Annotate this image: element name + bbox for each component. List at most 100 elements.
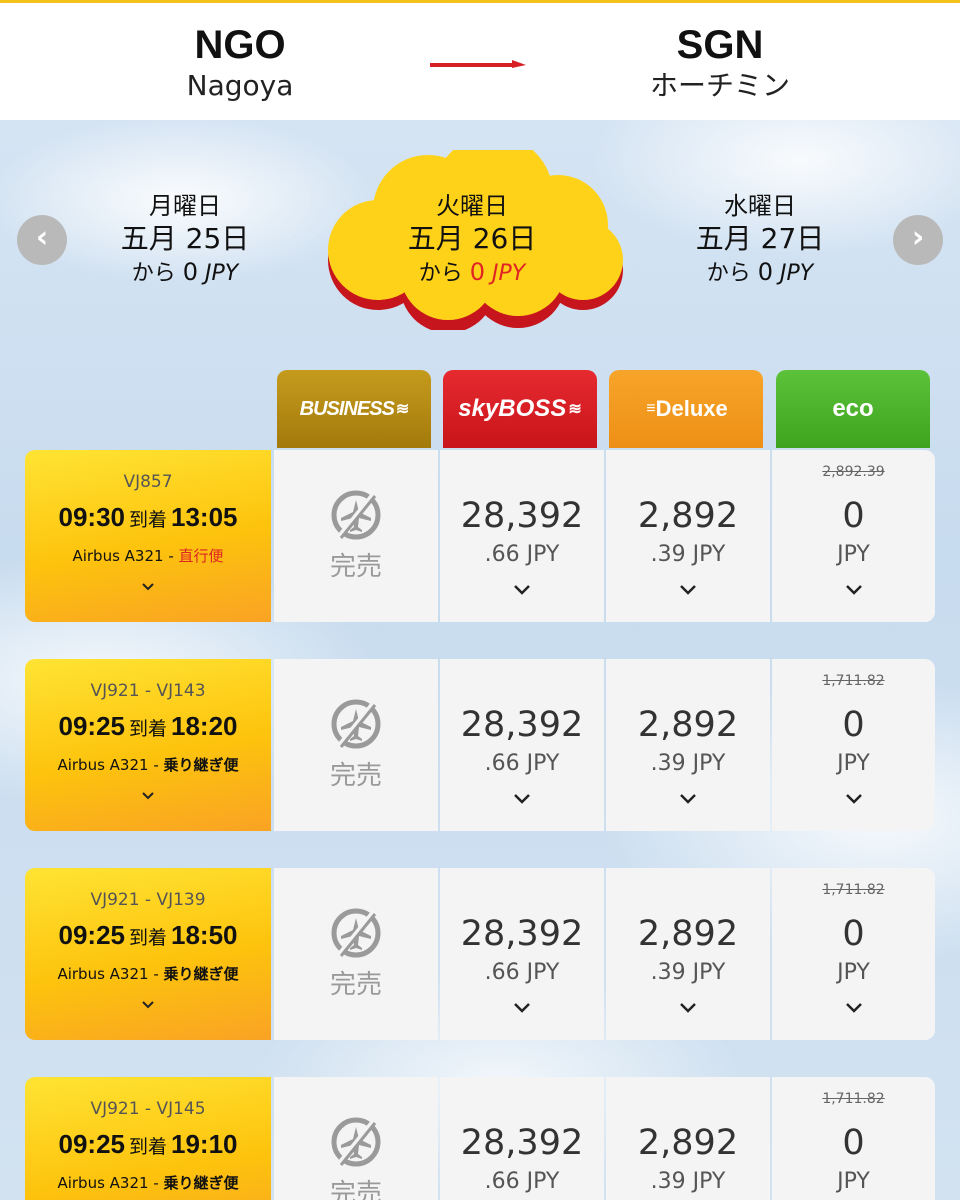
fare-cell-deluxe[interactable]: 2,892 .39 JPY xyxy=(606,659,770,831)
chevron-down-icon xyxy=(142,792,154,800)
chevron-down-icon[interactable] xyxy=(606,791,770,815)
flight-type: 乗り継ぎ便 xyxy=(163,965,239,983)
arrive-label: 到着 xyxy=(128,927,167,949)
date-day: 火曜日 xyxy=(436,192,508,220)
flight-number: VJ921 - VJ143 xyxy=(90,681,206,701)
chevron-down-icon[interactable] xyxy=(772,582,935,606)
fare-header-deluxe: ≡ Deluxe xyxy=(609,370,763,448)
fare-cell-deluxe[interactable]: 2,892 .39 JPY xyxy=(606,1077,770,1200)
chevron-down-icon xyxy=(142,583,154,591)
deluxe-logo-label: Deluxe xyxy=(655,396,728,421)
fare-price-main: 28,392 xyxy=(460,705,584,745)
depart-time: 09:25 xyxy=(58,920,125,950)
fare-cell-skyboss[interactable]: 28,392 .66 JPY xyxy=(440,868,604,1040)
original-price: 1,711.82 xyxy=(822,882,885,898)
flight-times: 09:30 到着 13:05 xyxy=(25,502,271,533)
fare-cell-eco[interactable]: 1,711.82 0 JPY xyxy=(772,868,935,1040)
chevron-down-icon[interactable] xyxy=(440,582,604,606)
expand-details-button[interactable] xyxy=(25,576,271,597)
date-price: から 0 JPY xyxy=(75,256,295,290)
route-header: NGO Nagoya SGN ホーチミン xyxy=(0,0,960,120)
chevron-down-icon[interactable] xyxy=(606,1000,770,1024)
chevron-down-icon[interactable] xyxy=(606,582,770,606)
chevron-down-icon[interactable] xyxy=(440,791,604,815)
fare-header-business: BUSINESS ≋ xyxy=(277,370,431,448)
aircraft-line: Airbus A321 - 乗り継ぎ便 xyxy=(25,1172,271,1193)
fare-cell-skyboss[interactable]: 28,392 .66 JPY xyxy=(440,450,604,622)
fare-price-sub: JPY xyxy=(837,542,870,567)
fare-header-eco: eco xyxy=(776,370,930,448)
aircraft-line: Airbus A321 - 直行便 xyxy=(25,545,271,566)
price-currency: JPY xyxy=(492,261,526,286)
fare-cell-eco[interactable]: 1,711.82 0 JPY xyxy=(772,659,935,831)
chevron-down-icon[interactable] xyxy=(772,791,935,815)
fare-price-sub: .66 JPY xyxy=(484,751,560,776)
eco-logo-label: eco xyxy=(832,395,874,422)
fare-cell-deluxe[interactable]: 2,892 .39 JPY xyxy=(606,868,770,1040)
flight-row[interactable]: VJ857 09:30 到着 13:05 Airbus A321 - 直行便 完売 … xyxy=(25,450,935,622)
fare-cell-deluxe[interactable]: 2,892 .39 JPY xyxy=(606,450,770,622)
date-option-wed[interactable]: 水曜日 五月 27日 から 0 JPY xyxy=(650,190,870,290)
price-prefix: から xyxy=(706,261,751,286)
price-amount: 0 xyxy=(182,258,199,286)
business-logo-label: BUSINESS xyxy=(299,397,395,420)
date-price: から 0 JPY xyxy=(362,256,582,290)
flight-row[interactable]: VJ921 - VJ145 09:25 到着 19:10 Airbus A321 -… xyxy=(25,1077,935,1200)
chevron-down-icon[interactable] xyxy=(772,1000,935,1024)
flight-info[interactable]: VJ921 - VJ145 09:25 到着 19:10 Airbus A321 -… xyxy=(25,1077,271,1200)
fare-price-main: 0 xyxy=(842,914,865,954)
plane-sold-out-icon xyxy=(331,908,381,958)
fare-price-sub: .39 JPY xyxy=(650,751,726,776)
arrive-label: 到着 xyxy=(128,1136,167,1158)
date-price: から 0 JPY xyxy=(650,256,870,290)
fare-price-main: 0 xyxy=(842,1123,865,1163)
fare-cell-skyboss[interactable]: 28,392 .66 JPY xyxy=(440,659,604,831)
flight-row[interactable]: VJ921 - VJ143 09:25 到着 18:20 Airbus A321 -… xyxy=(25,659,935,831)
aircraft-line: Airbus A321 - 乗り継ぎ便 xyxy=(25,963,271,984)
depart-time: 09:25 xyxy=(58,1129,125,1159)
arrive-label: 到着 xyxy=(128,718,167,740)
fare-cell-skyboss[interactable]: 28,392 .66 JPY xyxy=(440,1077,604,1200)
next-date-button[interactable]: › xyxy=(893,215,943,265)
sold-out-label: 完売 xyxy=(329,1179,382,1200)
chevron-down-icon xyxy=(142,1001,154,1009)
destination-code: SGN xyxy=(676,23,764,67)
flight-row[interactable]: VJ921 - VJ139 09:25 到着 18:50 Airbus A321 -… xyxy=(25,868,935,1040)
prev-date-button[interactable]: ‹ xyxy=(17,215,67,265)
flight-number: VJ921 - VJ145 xyxy=(90,1099,206,1119)
plane-sold-out-icon xyxy=(331,1117,381,1167)
fare-price-sub: JPY xyxy=(837,1169,870,1194)
expand-details-button[interactable] xyxy=(25,785,271,806)
depart-time: 09:30 xyxy=(58,502,125,532)
aircraft-model: Airbus A321 - xyxy=(72,547,174,565)
original-price: 2,892.39 xyxy=(822,464,885,480)
destination: SGN ホーチミン xyxy=(590,21,850,103)
price-prefix: から xyxy=(131,261,176,286)
aircraft-line: Airbus A321 - 乗り継ぎ便 xyxy=(25,754,271,775)
flight-number: VJ857 xyxy=(123,472,173,492)
price-currency: JPY xyxy=(780,261,814,286)
origin-code: NGO xyxy=(194,23,286,67)
fare-cell-business-sold-out: 完売 xyxy=(274,659,438,831)
fare-cell-eco[interactable]: 1,711.82 0 JPY xyxy=(772,1077,935,1200)
fare-price-sub: .66 JPY xyxy=(484,542,560,567)
flight-info[interactable]: VJ857 09:30 到着 13:05 Airbus A321 - 直行便 xyxy=(25,450,271,622)
price-currency: JPY xyxy=(205,261,239,286)
plane-sold-out-icon xyxy=(331,490,381,540)
arrive-time: 18:20 xyxy=(171,711,238,741)
date-option-tue-selected[interactable]: 火曜日 五月 26日 から 0 JPY xyxy=(362,190,582,290)
chevron-left-icon: ‹ xyxy=(35,220,49,255)
flight-number: VJ921 - VJ139 xyxy=(90,890,206,910)
sold-out-label: 完売 xyxy=(329,970,382,1000)
price-amount: 0 xyxy=(469,258,486,286)
origin-city: Nagoya xyxy=(186,69,294,102)
wing-icon: ≋ xyxy=(395,401,409,418)
fare-cell-eco[interactable]: 2,892.39 0 JPY xyxy=(772,450,935,622)
flight-info[interactable]: VJ921 - VJ143 09:25 到着 18:20 Airbus A321 -… xyxy=(25,659,271,831)
chevron-down-icon[interactable] xyxy=(440,1000,604,1024)
flight-info[interactable]: VJ921 - VJ139 09:25 到着 18:50 Airbus A321 -… xyxy=(25,868,271,1040)
expand-details-button[interactable] xyxy=(25,994,271,1015)
skyboss-logo-label: skyBOSS xyxy=(458,395,567,422)
date-option-mon[interactable]: 月曜日 五月 25日 から 0 JPY xyxy=(75,190,295,290)
fare-price-main: 28,392 xyxy=(460,1123,584,1163)
